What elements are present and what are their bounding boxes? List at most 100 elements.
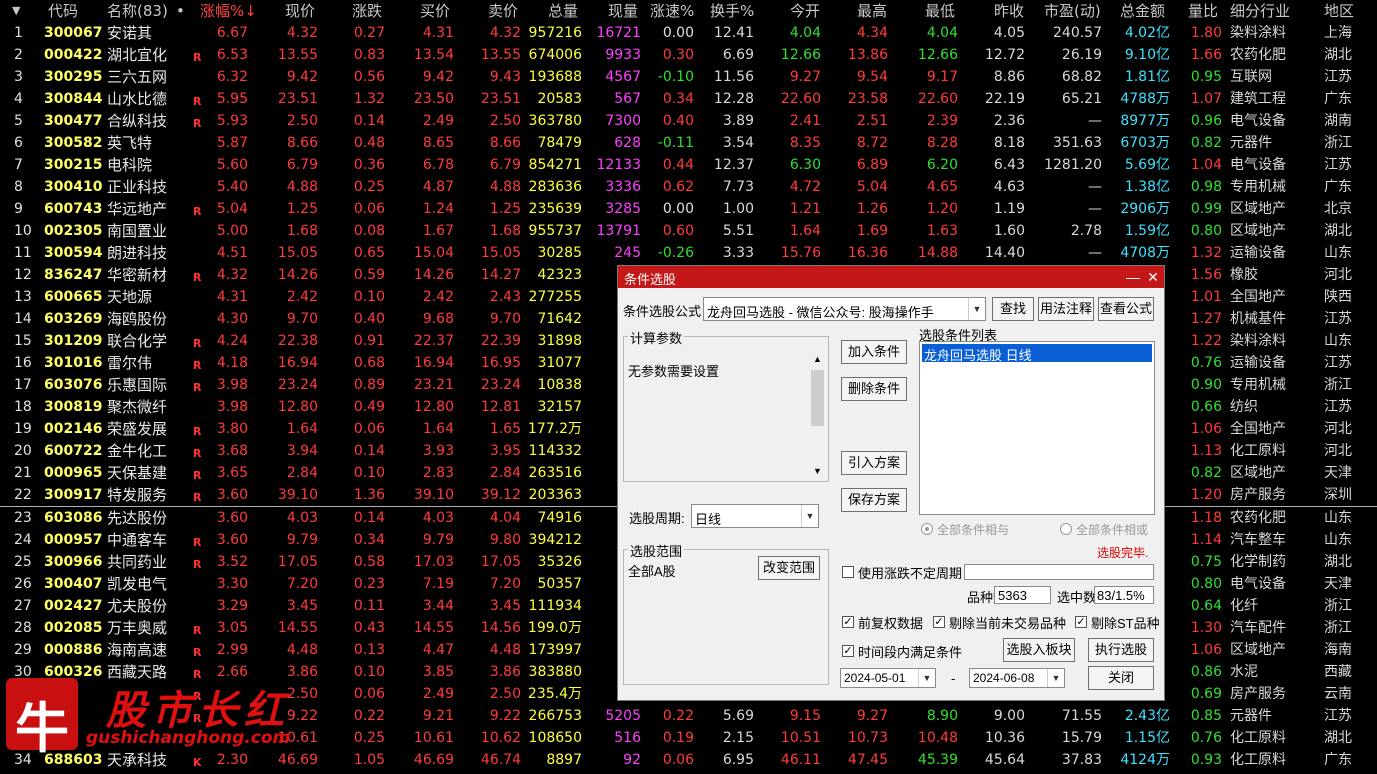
sort-menu-icon[interactable]: ▼ [12, 2, 20, 20]
column-header[interactable]: 买价 [420, 2, 450, 20]
radio-and[interactable] [921, 523, 933, 535]
column-header[interactable]: 现价 [285, 2, 315, 20]
table-row[interactable]: 10 002305 南国置业 5.00 1.68 0.08 1.67 1.68 955737 13… [0, 220, 1377, 242]
dialog-titlebar[interactable]: 条件选股 — ✕ [618, 266, 1164, 288]
column-header[interactable]: 现量 [608, 2, 638, 20]
period-select[interactable]: 日线 ▼ [691, 504, 819, 528]
column-header[interactable]: 地区 [1324, 2, 1354, 20]
column-header[interactable]: 细分行业 [1230, 2, 1290, 20]
row-index: 9 [14, 201, 23, 217]
region: 陕西 [1324, 289, 1352, 305]
delete-condition-button[interactable]: 删除条件 [841, 377, 907, 401]
industry: 区域地产 [1230, 465, 1286, 481]
column-header[interactable]: 昨收 [994, 2, 1024, 20]
change-range-button[interactable]: 改变范围 [758, 556, 820, 580]
region: 北京 [1324, 201, 1352, 217]
column-header[interactable]: • [176, 2, 185, 20]
stock-code: 000886 [44, 642, 103, 658]
irregular-period-checkbox[interactable] [842, 566, 854, 578]
price: 17.05 [277, 554, 318, 570]
column-header[interactable]: 总量 [548, 2, 578, 20]
region: 江苏 [1324, 399, 1352, 415]
usage-notes-button[interactable]: 用法注释 [1038, 297, 1094, 321]
table-row[interactable]: 6 300582 英飞特 5.87 8.66 0.48 8.65 8.66 78479 628 -0… [0, 132, 1377, 154]
column-header[interactable]: 涨跌 [352, 2, 382, 20]
radio-or[interactable] [1060, 523, 1072, 535]
table-row[interactable]: 5 300477 合纵科技 R 5.93 2.50 0.14 2.49 2.50 363780 73… [0, 110, 1377, 132]
scrollbar-thumb[interactable] [811, 370, 824, 426]
region: 湖北 [1324, 554, 1352, 570]
volume-ratio: 0.99 [1190, 201, 1222, 217]
forward-adjust-checkbox[interactable]: ✓ [842, 616, 854, 628]
amount: 1.15亿 [1124, 730, 1170, 746]
column-header[interactable]: 名称(83) [107, 2, 168, 20]
table-row[interactable]: 7 300215 电科院 5.60 6.79 0.36 6.78 6.79 854271 1213… [0, 154, 1377, 176]
stock-name: 乐惠国际 [107, 376, 168, 394]
prev-close: 12.72 [984, 47, 1025, 63]
column-header[interactable]: 换手% [710, 2, 754, 20]
turnover: 12.41 [713, 25, 754, 41]
row-index: 11 [14, 245, 32, 261]
bid: 3.44 [422, 598, 454, 614]
price: 3.94 [286, 443, 318, 459]
column-header[interactable]: 代码 [48, 2, 78, 20]
column-header[interactable]: 涨幅%↓ [200, 2, 257, 20]
chevron-down-icon[interactable]: ▼ [968, 298, 985, 320]
column-header[interactable]: 今开 [790, 2, 820, 20]
bid: 2.49 [422, 686, 454, 702]
close-icon[interactable]: ✕ [1144, 268, 1162, 286]
date-to-input[interactable]: 2024-06-08 ▼ [969, 668, 1065, 688]
column-header[interactable]: 市盈(动) [1044, 2, 1101, 20]
chevron-down-icon[interactable]: ▼ [918, 669, 935, 687]
price: 9.42 [286, 69, 318, 85]
low: 8.90 [926, 708, 958, 724]
minimize-icon[interactable]: — [1124, 268, 1142, 286]
table-row[interactable]: 3 300295 三六五网 6.32 9.42 0.56 9.42 9.43 193688 456… [0, 66, 1377, 88]
save-plan-button[interactable]: 保存方案 [841, 488, 907, 512]
period-match-checkbox[interactable]: ✓ [842, 645, 854, 657]
add-condition-button[interactable]: 加入条件 [841, 340, 907, 364]
params-scrollbar[interactable]: ▲ ▼ [810, 352, 825, 478]
formula-select[interactable]: 龙舟回马选股 - 微信公众号: 股海操作手 ▼ [703, 297, 986, 321]
table-row[interactable]: 9 600743 华远地产 R 5.04 1.25 0.06 1.24 1.25 235639 32… [0, 198, 1377, 220]
price: 39.10 [277, 487, 318, 503]
load-plan-button[interactable]: 引入方案 [841, 451, 907, 475]
chevron-down-icon[interactable]: ▼ [1047, 669, 1064, 687]
table-row[interactable]: 11 300594 朗进科技 4.51 15.05 0.65 15.04 15.05 30285… [0, 242, 1377, 264]
date-from-input[interactable]: 2024-05-01 ▼ [840, 668, 936, 688]
table-row[interactable]: 2 000422 湖北宜化 R 6.53 13.55 0.83 13.54 13.55 67400… [0, 44, 1377, 66]
exclude-st-checkbox[interactable]: ✓ [1075, 616, 1087, 628]
list-item[interactable]: 龙舟回马选股 日线 [922, 344, 1152, 363]
industry: 专用机械 [1230, 377, 1286, 393]
current-volume: 628 [614, 135, 641, 151]
turnover: 6.69 [722, 47, 754, 63]
table-row[interactable]: 8 300410 正业科技 5.40 4.88 0.25 4.87 4.88 283636 333… [0, 176, 1377, 198]
irregular-period-input[interactable] [964, 564, 1154, 580]
chevron-down-icon[interactable]: ▼ [801, 505, 818, 527]
close-button[interactable]: 关闭 [1088, 666, 1154, 690]
column-header[interactable]: 最高 [857, 2, 887, 20]
view-formula-button[interactable]: 查看公式 [1098, 297, 1154, 321]
condition-list[interactable]: 龙舟回马选股 日线 [919, 341, 1155, 515]
column-header[interactable]: 最低 [925, 2, 955, 20]
chevron-up-icon[interactable]: ▲ [810, 354, 825, 364]
chevron-down-icon[interactable]: ▼ [810, 466, 825, 476]
bid: 17.03 [413, 554, 454, 570]
bid: 1.24 [422, 201, 454, 217]
ask: 9.43 [489, 69, 521, 85]
table-row[interactable]: 1 300067 安诺其 6.67 4.32 0.27 4.31 4.32 957216 1672… [0, 22, 1377, 44]
ask: 2.43 [489, 289, 521, 305]
column-header[interactable]: 卖价 [488, 2, 518, 20]
find-button[interactable]: 查找 [992, 297, 1034, 321]
column-header[interactable]: 涨速% [650, 2, 694, 20]
exclude-untraded-checkbox[interactable]: ✓ [933, 616, 945, 628]
price: 7.20 [286, 576, 318, 592]
stock-name: 天保基建 [107, 464, 168, 482]
table-row[interactable]: 4 300844 山水比德 R 5.95 23.51 1.32 23.50 23.51 20583… [0, 88, 1377, 110]
stock-name: 朗进科技 [107, 244, 168, 262]
column-header[interactable]: 量比 [1188, 2, 1218, 20]
column-header[interactable]: 总金额 [1120, 2, 1165, 20]
ask: 14.56 [480, 620, 521, 636]
add-to-block-button[interactable]: 选股入板块 [1003, 638, 1075, 662]
execute-select-button[interactable]: 执行选股 [1088, 638, 1154, 662]
